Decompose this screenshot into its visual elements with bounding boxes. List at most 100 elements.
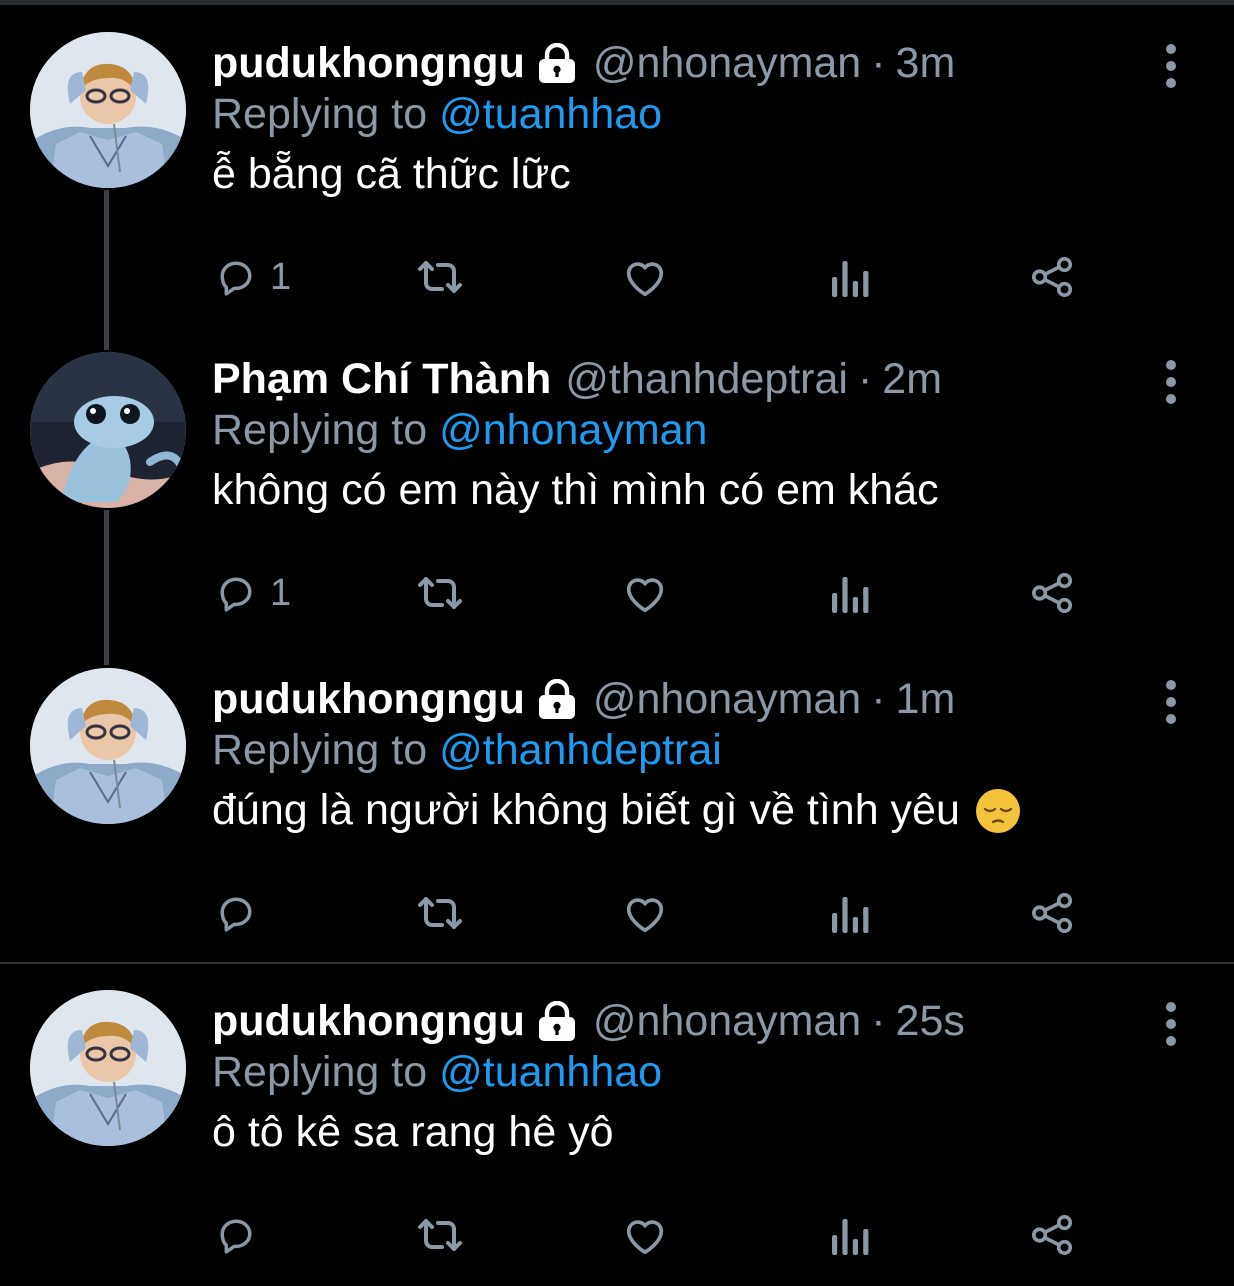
share-icon [1030, 571, 1076, 615]
timestamp[interactable]: 3m [896, 39, 956, 88]
like-icon [622, 1213, 668, 1257]
share-button[interactable] [1030, 1210, 1076, 1260]
retweet-icon [414, 891, 466, 935]
retweet-button[interactable] [414, 888, 466, 938]
more-options-icon[interactable] [1156, 994, 1186, 1054]
like-button[interactable] [622, 888, 668, 938]
reply-button[interactable]: 1 [214, 568, 291, 618]
share-icon [1030, 1213, 1076, 1257]
conversation-divider [0, 962, 1234, 964]
replying-to-label: Replying to [212, 406, 428, 454]
lock-icon [535, 42, 579, 83]
like-button[interactable] [622, 1210, 668, 1260]
retweet-icon [414, 571, 466, 615]
lock-icon [535, 678, 579, 719]
replying-to: Replying to @nhonayman [212, 406, 707, 455]
username[interactable]: @nhonayman [593, 997, 861, 1046]
like-button[interactable] [622, 568, 668, 618]
timestamp[interactable]: 1m [896, 675, 956, 724]
share-button[interactable] [1030, 252, 1076, 302]
replying-to-label: Replying to [212, 1048, 428, 1096]
pensive-face-icon [974, 787, 1022, 835]
separator: · [871, 38, 886, 87]
analytics-icon [830, 891, 870, 935]
reply-icon [214, 255, 258, 299]
reply-button[interactable] [214, 1210, 258, 1260]
reply-target-link[interactable]: @tuanhhao [439, 90, 662, 138]
timestamp[interactable]: 25s [896, 997, 965, 1046]
username[interactable]: @thanhdeptrai [565, 355, 848, 404]
reply-target-link[interactable]: @tuanhhao [439, 1048, 662, 1096]
tweet-text: ễ bẵng cã thữc lữc [212, 150, 571, 199]
share-icon [1030, 255, 1076, 299]
reply-icon [214, 891, 258, 935]
lock-icon [535, 1000, 579, 1041]
timestamp[interactable]: 2m [882, 355, 942, 404]
more-options-icon[interactable] [1156, 672, 1186, 732]
avatar[interactable] [30, 668, 186, 824]
tweet-text: đúng là người không biết gì về tình yêu [212, 786, 1022, 835]
display-name[interactable]: pudukhongngu [212, 997, 525, 1046]
reply-count: 1 [270, 255, 292, 298]
tweet-text-content: không có em này thì mình có em khác [212, 466, 939, 514]
tweet-header: Phạm Chí Thành @thanhdeptrai · 2m [212, 354, 942, 404]
tweet-text: ô tô kê sa rang hê yô [212, 1108, 614, 1157]
reply-button[interactable]: 1 [214, 252, 291, 302]
reply-count: 1 [270, 571, 292, 614]
analytics-button[interactable] [830, 1210, 870, 1260]
retweet-icon [414, 255, 466, 299]
reply-button[interactable] [214, 888, 258, 938]
avatar[interactable] [30, 990, 186, 1146]
tweet-header: pudukhongngu @nhonayman · 3m [212, 38, 955, 88]
replying-to: Replying to @tuanhhao [212, 1048, 662, 1097]
like-icon [622, 255, 668, 299]
replying-to-label: Replying to [212, 726, 428, 774]
retweet-button[interactable] [414, 568, 466, 618]
avatar[interactable] [30, 32, 186, 188]
like-icon [622, 571, 668, 615]
analytics-icon [830, 255, 870, 299]
retweet-button[interactable] [414, 1210, 466, 1260]
replying-to: Replying to @tuanhhao [212, 90, 662, 139]
display-name[interactable]: Phạm Chí Thành [212, 355, 551, 404]
analytics-icon [830, 571, 870, 615]
tweet[interactable]: pudukhongngu @nhonayman · 3m Replying to… [0, 32, 1234, 322]
like-button[interactable] [622, 252, 668, 302]
reply-icon [214, 1213, 258, 1257]
like-icon [622, 891, 668, 935]
share-icon [1030, 891, 1076, 935]
analytics-icon [830, 1213, 870, 1257]
display-name[interactable]: pudukhongngu [212, 675, 525, 724]
separator: · [871, 674, 886, 723]
tweet-text: không có em này thì mình có em khác [212, 466, 939, 515]
replying-to-label: Replying to [212, 90, 428, 138]
tweet-text-content: ô tô kê sa rang hê yô [212, 1108, 614, 1156]
reply-target-link[interactable]: @thanhdeptrai [439, 726, 722, 774]
more-options-icon[interactable] [1156, 36, 1186, 96]
tweet-text-content: ễ bẵng cã thữc lữc [212, 150, 571, 198]
share-button[interactable] [1030, 568, 1076, 618]
analytics-button[interactable] [830, 888, 870, 938]
tweet-header: pudukhongngu @nhonayman · 1m [212, 674, 955, 724]
separator: · [857, 354, 873, 403]
display-name[interactable]: pudukhongngu [212, 39, 525, 88]
tweet[interactable]: pudukhongngu @nhonayman · 25s Replying t… [0, 990, 1234, 1280]
avatar[interactable] [30, 352, 186, 508]
tweet-text-content: đúng là người không biết gì về tình yêu [212, 786, 960, 834]
more-options-icon[interactable] [1156, 352, 1186, 412]
username[interactable]: @nhonayman [593, 675, 861, 724]
top-border [0, 0, 1234, 5]
reply-target-link[interactable]: @nhonayman [439, 406, 707, 454]
retweet-button[interactable] [414, 252, 466, 302]
analytics-button[interactable] [830, 568, 870, 618]
analytics-button[interactable] [830, 252, 870, 302]
tweet-header: pudukhongngu @nhonayman · 25s [212, 996, 965, 1046]
share-button[interactable] [1030, 888, 1076, 938]
reply-icon [214, 571, 258, 615]
tweet[interactable]: Phạm Chí Thành @thanhdeptrai · 2m Replyi… [0, 348, 1234, 638]
tweet[interactable]: pudukhongngu @nhonayman · 1m Replying to… [0, 668, 1234, 958]
replying-to: Replying to @thanhdeptrai [212, 726, 722, 775]
retweet-icon [414, 1213, 466, 1257]
separator: · [871, 996, 886, 1045]
username[interactable]: @nhonayman [593, 39, 861, 88]
